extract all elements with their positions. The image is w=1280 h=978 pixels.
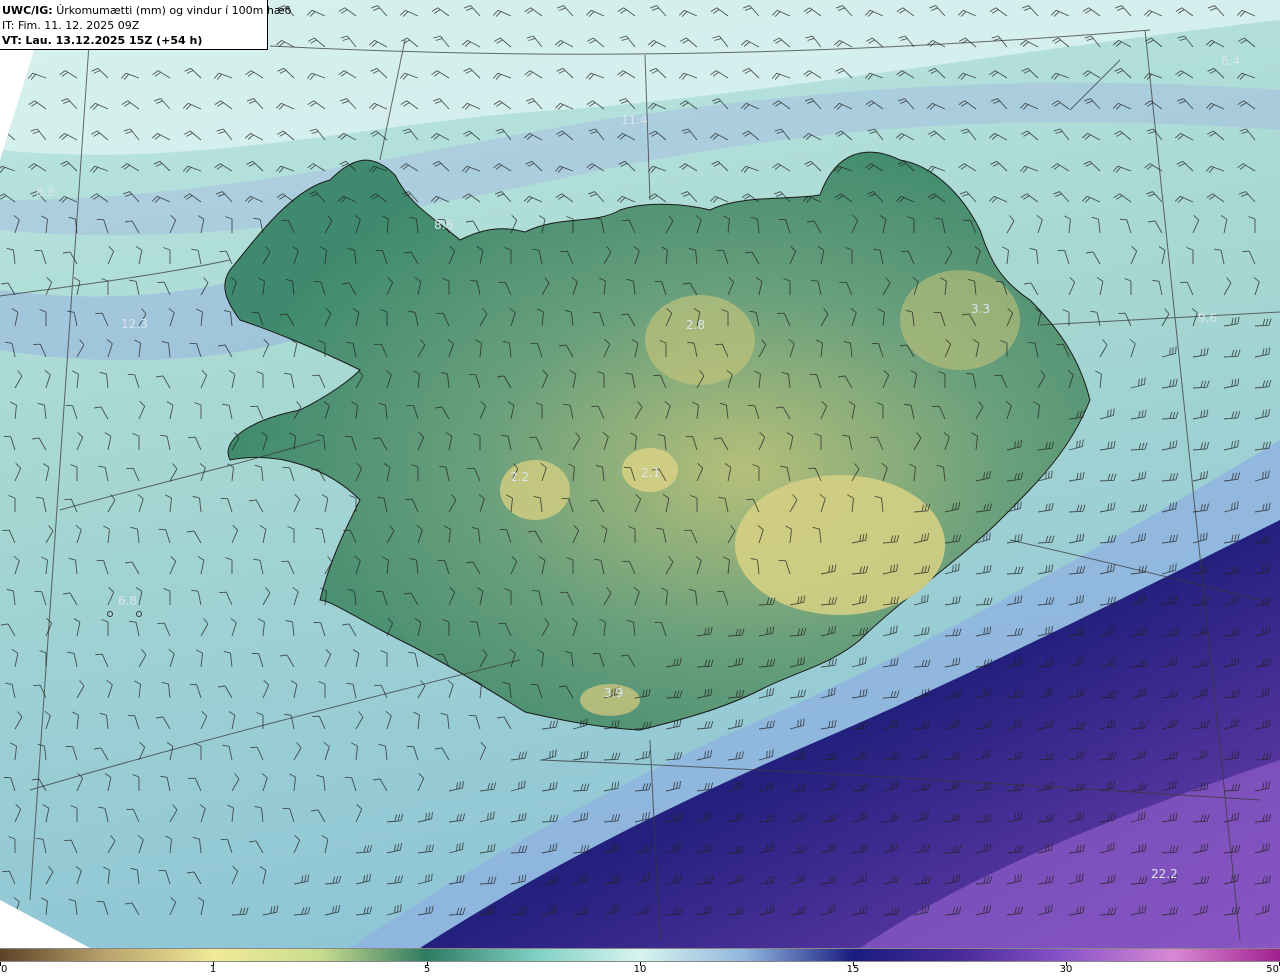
value-label: 12.3 <box>121 317 148 331</box>
east-highland-area <box>900 270 1020 370</box>
colorbar-label: 10 <box>633 964 647 975</box>
value-label: 2.8 <box>686 318 705 332</box>
colorbar-label: 1 <box>209 964 217 975</box>
model-domain <box>0 0 1280 948</box>
map-title: Úrkomumætti (mm) og vindur í 100m hæð <box>56 4 292 17</box>
map-canvas: 6.4 11.4 8.8 8.6 12.3 2.8 3.3 9.6 2.2 2.… <box>0 0 1280 948</box>
langjokull-area <box>500 460 570 520</box>
colorbar-label: 50 <box>1266 964 1279 975</box>
wind-barb <box>0 67 16 79</box>
weather-map: 6.4 11.4 8.8 8.6 12.3 2.8 3.3 9.6 2.2 2.… <box>0 0 1280 948</box>
value-label: 11.4 <box>621 113 648 127</box>
wind-barb <box>0 102 16 110</box>
colorbar-label: 0 <box>1 964 8 975</box>
colorbar-label: 30 <box>1059 964 1073 975</box>
init-label: IT: <box>2 19 15 32</box>
value-label: 3.9 <box>604 686 623 700</box>
map-info-box: UWC/IG: Úrkomumætti (mm) og vindur í 100… <box>0 0 291 50</box>
value-label: 3.3 <box>971 302 990 316</box>
value-label: 8.6 <box>434 218 453 232</box>
value-label: 8.8 <box>36 185 55 199</box>
colorbar-strip <box>0 948 1280 962</box>
value-label: 9.6 <box>1198 311 1217 325</box>
colorbar-legend: 0 1 5 10 15 30 50 <box>0 948 1280 978</box>
vatnajokull <box>735 475 945 615</box>
init-time: Fim. 11. 12. 2025 09Z <box>17 19 140 32</box>
init-line: IT: Fim. 11. 12. 2025 09Z <box>2 18 267 33</box>
valid-time: Lau. 13.12.2025 15Z (+54 h) <box>25 34 203 47</box>
value-label: 6.8 <box>118 594 137 608</box>
valid-line: VT: Lau. 13.12.2025 15Z (+54 h) <box>2 33 267 48</box>
valid-label: VT: <box>2 34 22 47</box>
model-label: UWC/IG: <box>2 4 53 17</box>
title-line: UWC/IG: Úrkomumætti (mm) og vindur í 100… <box>2 3 291 18</box>
colorbar-label: 5 <box>423 964 431 975</box>
colorbar-label: 15 <box>846 964 860 975</box>
value-label: 2.2 <box>510 470 529 484</box>
value-label: 22.2 <box>1151 867 1178 881</box>
value-label: 2.1 <box>641 466 660 480</box>
value-label: 6.4 <box>1221 54 1240 68</box>
